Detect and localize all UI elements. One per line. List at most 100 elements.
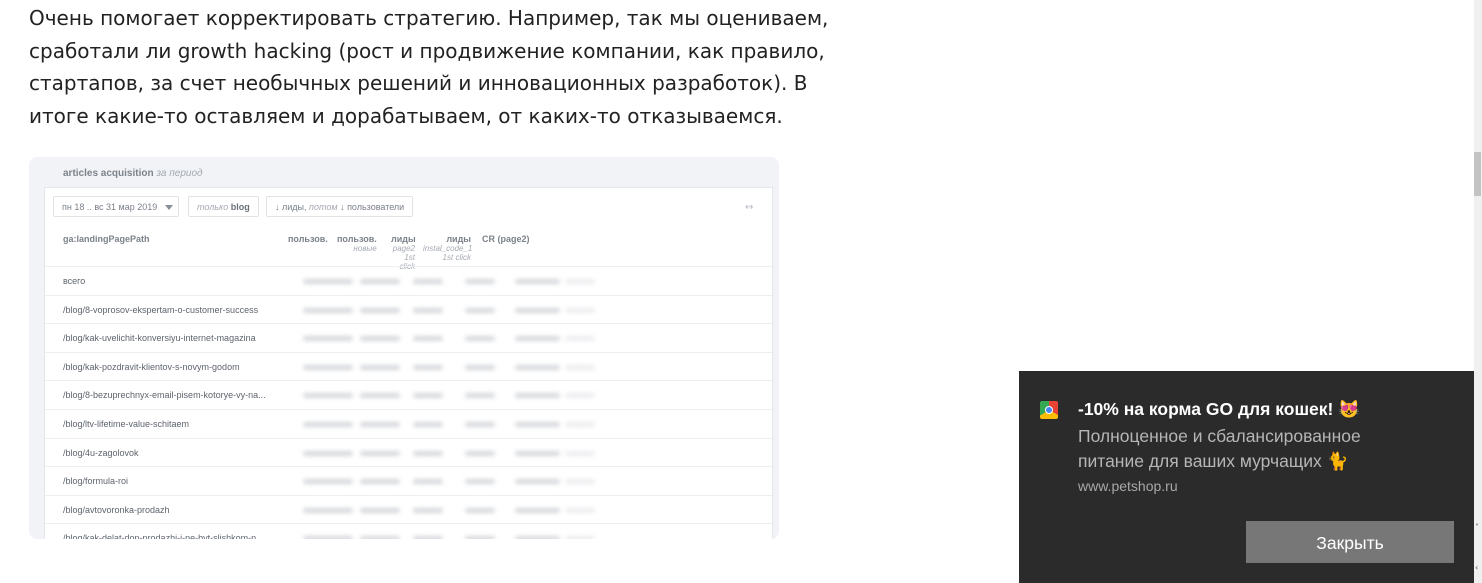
blurred-value — [303, 450, 353, 456]
blurred-value — [413, 307, 443, 313]
blurred-value — [303, 393, 353, 399]
blurred-value — [565, 536, 595, 539]
blurred-value — [565, 422, 595, 427]
blurred-value — [413, 364, 443, 370]
blurred-value — [515, 536, 560, 539]
blurred-value — [565, 307, 595, 313]
article-line: сработали ли growth hacking (рост и прод… — [29, 38, 825, 63]
sort-then: потом — [309, 202, 338, 212]
blurred-value — [465, 507, 495, 513]
row-path: /blog/kak-uvelichit-konversiyu-internet-… — [63, 333, 256, 344]
blurred-value — [465, 422, 495, 427]
blurred-value — [515, 479, 560, 485]
sort-chip: ↓ лиды, потом ↓ пользователи — [266, 196, 414, 217]
column-header: лиды instal_code_1 1st click — [423, 234, 473, 262]
scroll-down-arrow-icon[interactable]: ˅ — [1475, 523, 1479, 532]
blurred-value — [413, 536, 443, 539]
column-header: пользов. — [288, 234, 328, 244]
row-path: /blog/8-voprosov-ekspertam-o-customer-su… — [63, 304, 259, 315]
scroll-left-arrow-icon[interactable]: ‹ — [1475, 563, 1478, 572]
blurred-value — [515, 450, 560, 456]
notification-body: Полноценное и сбалансированное питание д… — [1078, 426, 1361, 471]
blurred-value — [465, 279, 495, 284]
blurred-value — [565, 364, 595, 370]
blurred-value — [360, 364, 400, 370]
chevron-down-icon — [165, 205, 174, 211]
article-paragraph: Очень помогает корректировать стратегию.… — [29, 2, 829, 132]
row-path: /blog/kak-delat-dop-prodazhi-i-ne-byt-sl… — [63, 533, 264, 539]
blurred-value — [303, 279, 353, 284]
blurred-value — [515, 307, 560, 313]
blurred-value — [360, 479, 400, 485]
column-header: пользов. новые — [337, 234, 377, 253]
column-label: лиды — [446, 234, 471, 244]
scrollbar-thumb[interactable] — [1474, 152, 1481, 196]
sort-second: ↓ пользователи — [340, 202, 405, 212]
row-path: /blog/4u-zagolovok — [63, 447, 139, 458]
blurred-value — [465, 336, 495, 342]
blurred-value — [360, 422, 400, 427]
page-scrollbar[interactable] — [1474, 0, 1482, 583]
blurred-value — [515, 507, 560, 513]
table-row: /blog/avtovoronka-prodazh — [45, 494, 772, 524]
column-sublabel: instal_code_1 1st click — [423, 244, 473, 262]
blurred-value — [360, 336, 400, 342]
filter-prefix: только — [197, 202, 229, 212]
blurred-value — [565, 279, 595, 284]
blurred-value — [413, 279, 443, 284]
row-path: /blog/kak-pozdravit-klientov-s-novym-god… — [63, 361, 240, 372]
blurred-value — [360, 507, 400, 513]
close-button[interactable]: Закрыть — [1246, 521, 1454, 563]
article-line: Очень помогает корректировать стратегию.… — [29, 6, 829, 30]
blurred-value — [413, 393, 443, 399]
table-row: /blog/kak-uvelichit-konversiyu-internet-… — [45, 323, 772, 352]
blurred-value — [465, 536, 495, 539]
blurred-value — [360, 450, 400, 456]
filter-chip: только blog — [188, 196, 259, 217]
row-path: /blog/ltv-lifetime-value-schitaem — [63, 419, 190, 429]
blurred-value — [565, 450, 595, 456]
blurred-value — [515, 364, 560, 370]
column-label: пользов. — [288, 234, 328, 244]
filter-value: blog — [230, 202, 250, 212]
column-label: ga:landingPagePath — [63, 234, 150, 244]
column-label: пользов. — [337, 234, 377, 244]
report-period: за период — [156, 168, 203, 179]
table-row: /blog/8-bezuprechnyx-email-pisem-kotorye… — [45, 380, 772, 409]
notification-url: www.petshop.ru — [1078, 478, 1178, 494]
report-screenshot: articles acquisition за период пн 18 .. … — [29, 157, 779, 539]
blurred-value — [303, 364, 353, 370]
column-sublabel: новые — [353, 244, 377, 253]
chrome-icon — [1040, 401, 1058, 419]
blurred-value — [360, 307, 400, 313]
blurred-value — [303, 507, 353, 513]
blurred-value — [360, 536, 400, 539]
blurred-value — [465, 307, 495, 313]
blurred-value — [515, 279, 560, 284]
row-path: всего — [63, 276, 86, 286]
row-path: /blog/8-bezuprechnyx-email-pisem-kotorye… — [63, 390, 266, 401]
blurred-value — [515, 393, 560, 399]
blurred-value — [360, 393, 400, 399]
notification-toast[interactable]: -10% на корма GO для кошек! 😻 Полноценно… — [1019, 371, 1474, 583]
row-path: /blog/avtovoronka-prodazh — [63, 504, 170, 515]
column-header: ga:landingPagePath — [63, 234, 150, 244]
blurred-value — [413, 450, 443, 456]
blurred-value — [360, 279, 400, 284]
article-line: стартапов, за счет необычных решений и и… — [29, 71, 808, 95]
column-label: CR (page2) — [482, 234, 530, 244]
blurred-value — [303, 422, 353, 427]
report-title: articles acquisition за период — [63, 168, 203, 179]
blurred-value — [565, 479, 595, 485]
table-row: /blog/4u-zagolovok — [45, 437, 772, 467]
column-header: CR (page2) — [482, 234, 530, 244]
blurred-value — [465, 479, 495, 485]
blurred-value — [465, 393, 495, 399]
blurred-value — [465, 450, 495, 456]
table-row: /blog/kak-pozdravit-klientov-s-novym-god… — [45, 351, 772, 381]
report-panel: пн 18 .. вс 31 мар 2019 только blog ↓ ли… — [44, 187, 773, 539]
table-row: /blog/8-voprosov-ekspertam-o-customer-su… — [45, 294, 772, 324]
row-path: /blog/formula-roi — [63, 476, 129, 487]
report-name: articles acquisition — [63, 168, 154, 179]
blurred-value — [515, 336, 560, 342]
